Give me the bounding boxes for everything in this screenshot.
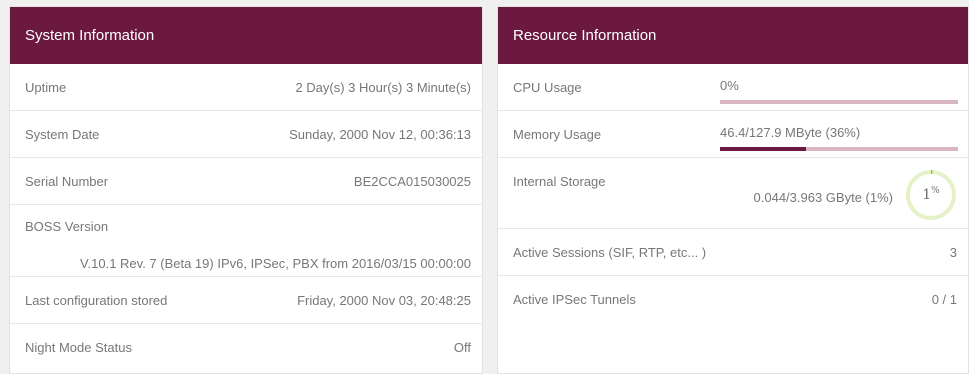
system-information-panel: System Information Uptime 2 Day(s) 3 Hou… <box>9 6 483 374</box>
cpu-usage-value: 0% <box>720 78 739 93</box>
boss-version-value: V.10.1 Rev. 7 (Beta 19) IPv6, IPSec, PBX… <box>80 256 471 271</box>
last-config-value: Friday, 2000 Nov 03, 20:48:25 <box>297 293 471 308</box>
memory-usage-bar-fill <box>720 147 806 151</box>
uptime-label: Uptime <box>25 80 67 95</box>
active-ipsec-value: 0 / 1 <box>931 292 957 307</box>
resource-information-panel: Resource Information CPU Usage 0% Memory… <box>497 6 969 374</box>
system-date-label: System Date <box>25 127 100 142</box>
gauge-number: 1 <box>922 187 932 203</box>
boss-version-label: BOSS Version <box>25 219 109 234</box>
internal-storage-value: 0.044/3.963 GByte (1%) <box>753 190 893 205</box>
cpu-usage-row: CPU Usage 0% <box>498 64 968 111</box>
active-ipsec-label: Active IPSec Tunnels <box>513 292 636 307</box>
memory-usage-bar <box>720 147 958 151</box>
memory-usage-value: 46.4/127.9 MByte (36%) <box>720 125 861 140</box>
uptime-row: Uptime 2 Day(s) 3 Hour(s) 3 Minute(s) <box>10 64 482 111</box>
system-information-header: System Information <box>10 7 482 64</box>
active-sessions-label: Active Sessions (SIF, RTP, etc... ) <box>513 245 707 260</box>
last-config-label: Last configuration stored <box>25 293 168 308</box>
boss-version-row: BOSS Version V.10.1 Rev. 7 (Beta 19) IPv… <box>10 205 482 277</box>
gauge-percent: 1% <box>905 169 957 221</box>
night-mode-value: Off <box>453 340 471 355</box>
serial-number-row: Serial Number BE2CCA015030025 <box>10 158 482 205</box>
internal-storage-row: Internal Storage 0.044/3.963 GByte (1%) … <box>498 158 968 229</box>
system-date-row: System Date Sunday, 2000 Nov 12, 00:36:1… <box>10 111 482 158</box>
night-mode-label: Night Mode Status <box>25 340 132 355</box>
memory-usage-row: Memory Usage 46.4/127.9 MByte (36%) <box>498 111 968 158</box>
cpu-usage-bar <box>720 100 958 104</box>
cpu-usage-label: CPU Usage <box>513 80 582 95</box>
active-sessions-row: Active Sessions (SIF, RTP, etc... ) 3 <box>498 229 968 276</box>
internal-storage-gauge: 1% <box>905 169 957 221</box>
last-config-row: Last configuration stored Friday, 2000 N… <box>10 277 482 324</box>
resource-information-header: Resource Information <box>498 7 968 64</box>
uptime-value: 2 Day(s) 3 Hour(s) 3 Minute(s) <box>295 80 471 95</box>
memory-usage-label: Memory Usage <box>513 127 602 142</box>
night-mode-row: Night Mode Status Off <box>10 324 482 371</box>
serial-number-label: Serial Number <box>25 174 109 189</box>
serial-number-value: BE2CCA015030025 <box>353 174 471 189</box>
active-sessions-value: 3 <box>949 245 957 260</box>
gauge-unit: % <box>931 186 940 196</box>
active-ipsec-row: Active IPSec Tunnels 0 / 1 <box>498 276 968 323</box>
internal-storage-label: Internal Storage <box>513 174 606 189</box>
system-date-value: Sunday, 2000 Nov 12, 00:36:13 <box>289 127 471 142</box>
